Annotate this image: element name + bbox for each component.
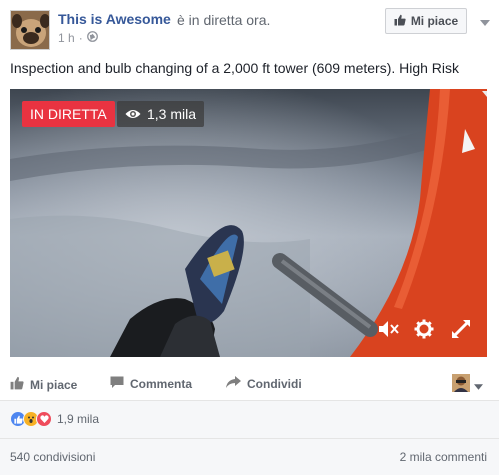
comment-icon (110, 376, 124, 392)
comment-button[interactable]: Commenta (110, 376, 192, 392)
post-options-button[interactable] (478, 14, 492, 28)
mute-button[interactable] (378, 319, 400, 341)
live-video-player[interactable]: IN DIRETTA 1,3 mila (10, 89, 487, 357)
user-avatar (452, 374, 470, 395)
fullscreen-button[interactable] (450, 319, 472, 341)
page-avatar[interactable] (10, 10, 50, 50)
share-icon (226, 376, 241, 391)
viewer-count: 1,3 mila (147, 106, 197, 122)
comment-button-label: Commenta (130, 377, 193, 391)
live-status-text: è in diretta ora. (177, 12, 271, 28)
comment-count[interactable]: 2 mila commenti (400, 450, 487, 464)
post-actions-bar: Mi piace Commenta Condividi (0, 370, 499, 400)
share-count[interactable]: 540 condivisioni (10, 450, 95, 464)
post-header: This is Awesome è in diretta ora. 1 h · … (0, 0, 499, 56)
chevron-down-icon (474, 377, 483, 393)
post-time[interactable]: 1 h (58, 31, 75, 45)
post-meta: 1 h · (58, 31, 98, 45)
thumbs-up-icon (394, 14, 406, 29)
reaction-count[interactable]: 1,9 mila (57, 412, 99, 426)
mute-icon (378, 320, 400, 341)
share-button-label: Condividi (247, 376, 302, 391)
page-name-link[interactable]: This is Awesome (58, 11, 171, 27)
thumbs-up-icon (10, 376, 24, 393)
video-frame (10, 89, 487, 357)
post-text: Inspection and bulb changing of a 2,000 … (10, 60, 460, 76)
divider (0, 438, 499, 439)
like-page-label: Mi piace (410, 14, 459, 28)
reactions-summary[interactable]: 1,9 mila (10, 411, 99, 427)
like-page-button[interactable]: Mi piace (385, 8, 467, 34)
love-reaction-icon (36, 411, 52, 427)
viewer-count-badge: 1,3 mila (117, 101, 205, 127)
like-button[interactable]: Mi piace (10, 376, 77, 393)
reactions-section: 1,9 mila 540 condivisioni 2 mila comment… (0, 401, 499, 475)
globe-icon (86, 31, 98, 45)
chevron-down-icon (480, 13, 490, 29)
eye-icon (125, 106, 141, 122)
like-button-label: Mi piace (30, 377, 78, 392)
live-badge: IN DIRETTA (22, 101, 115, 127)
post-as-selector[interactable] (452, 374, 483, 395)
settings-icon (414, 319, 434, 342)
meta-separator: · (78, 31, 83, 45)
settings-button[interactable] (413, 319, 435, 341)
share-button[interactable]: Condividi (226, 376, 302, 391)
fullscreen-icon (451, 319, 471, 342)
